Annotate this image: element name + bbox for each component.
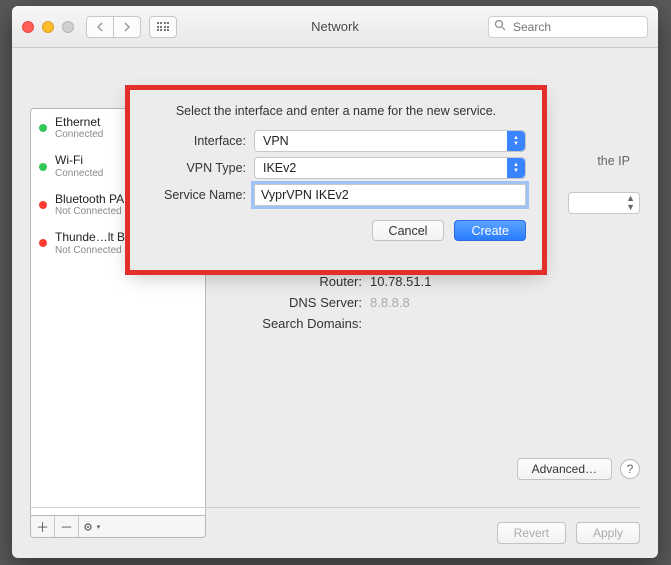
- router-label: Router:: [218, 274, 370, 289]
- service-name: Bluetooth PA…: [55, 192, 136, 206]
- cancel-button[interactable]: Cancel: [372, 220, 445, 241]
- service-name-label: Service Name:: [146, 188, 254, 202]
- vpn-type-value: IKEv2: [255, 161, 296, 175]
- vpn-type-label: VPN Type:: [146, 161, 254, 175]
- partial-text: the IP: [597, 154, 630, 168]
- bottom-buttons: Revert Apply: [497, 522, 640, 544]
- vpn-type-select[interactable]: IKEv2: [254, 157, 526, 179]
- show-all-button[interactable]: [149, 16, 177, 38]
- minimize-button[interactable]: [42, 21, 54, 33]
- divider: [30, 507, 640, 508]
- titlebar: Network: [12, 6, 658, 48]
- add-service-button[interactable]: ＋: [31, 516, 55, 537]
- search-input[interactable]: [488, 16, 648, 38]
- select-arrows-icon: [507, 158, 525, 178]
- status-dot-icon: [39, 163, 47, 171]
- create-button[interactable]: Create: [454, 220, 526, 241]
- service-status: Connected: [55, 129, 103, 141]
- revert-button[interactable]: Revert: [497, 522, 566, 544]
- advanced-button[interactable]: Advanced…: [517, 458, 612, 480]
- sheet-title: Select the interface and enter a name fo…: [146, 104, 526, 118]
- search-domains-label: Search Domains:: [218, 316, 370, 331]
- traffic-lights: [12, 21, 74, 33]
- forward-button[interactable]: [113, 16, 141, 38]
- help-button[interactable]: ?: [620, 459, 640, 479]
- search-field-wrap: [488, 16, 648, 38]
- back-button[interactable]: [86, 16, 114, 38]
- config-select[interactable]: ▲▼: [568, 192, 640, 214]
- service-status: Not Connected: [55, 206, 136, 218]
- remove-service-button[interactable]: －: [55, 516, 79, 537]
- close-button[interactable]: [22, 21, 34, 33]
- interface-label: Interface:: [146, 134, 254, 148]
- service-action-menu[interactable]: ▾: [79, 516, 103, 537]
- advanced-row: Advanced… ?: [517, 458, 640, 480]
- dns-label: DNS Server:: [218, 295, 370, 310]
- interface-select[interactable]: VPN: [254, 130, 526, 152]
- sidebar-footer: ＋ － ▾: [30, 516, 206, 538]
- service-name: Ethernet: [55, 115, 103, 129]
- service-status: Connected: [55, 168, 103, 180]
- service-name-input[interactable]: [254, 184, 526, 206]
- apply-button[interactable]: Apply: [576, 522, 640, 544]
- content-area: Ethernet Connected Wi-Fi Connected Bluet…: [12, 48, 658, 558]
- new-service-sheet: Select the interface and enter a name fo…: [130, 90, 542, 270]
- new-service-sheet-wrap: Select the interface and enter a name fo…: [130, 90, 542, 270]
- status-dot-icon: [39, 124, 47, 132]
- network-prefs-window: Network Ethernet Connected Wi-Fi Connect…: [12, 6, 658, 558]
- service-name: Wi-Fi: [55, 153, 103, 167]
- dns-value: 8.8.8.8: [370, 295, 410, 310]
- status-dot-icon: [39, 201, 47, 209]
- select-arrows-icon: [507, 131, 525, 151]
- status-dot-icon: [39, 239, 47, 247]
- interface-value: VPN: [255, 134, 289, 148]
- nav-buttons: [86, 16, 141, 38]
- zoom-button[interactable]: [62, 21, 74, 33]
- router-value: 10.78.51.1: [370, 274, 431, 289]
